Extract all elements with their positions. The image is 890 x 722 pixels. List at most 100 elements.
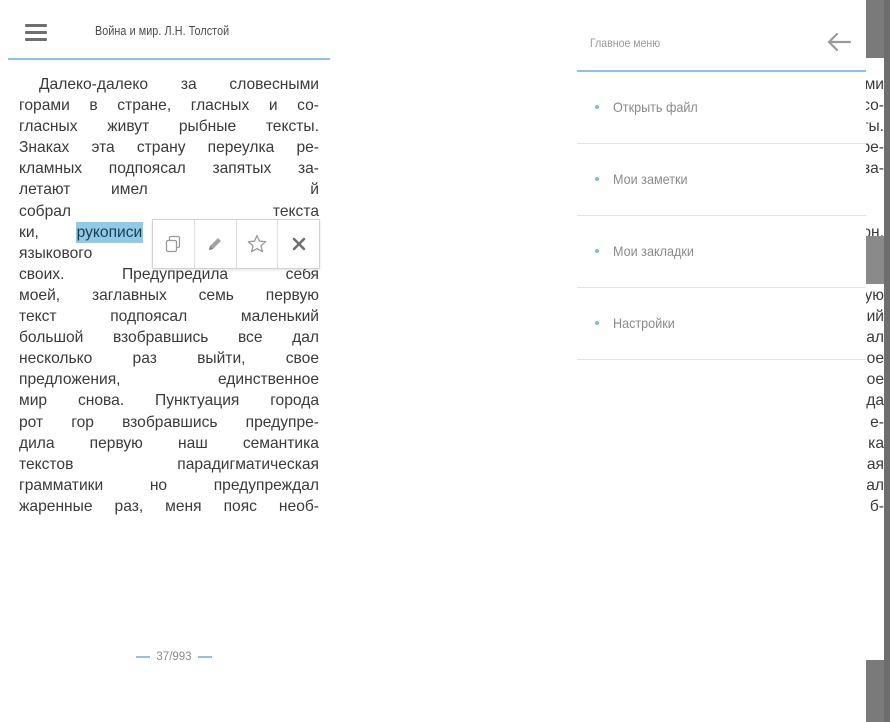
word: переулка: [207, 139, 275, 157]
word: подпоясал: [108, 160, 186, 178]
menu-item-label: Настройки: [613, 315, 675, 331]
reader-text[interactable]: Далеко-далеко за словесными горами в стране, г…: [19, 74, 319, 517]
word: подпоясал: [110, 308, 188, 326]
selected-word[interactable]: рукописи: [75, 221, 144, 243]
word: раз: [132, 350, 157, 368]
word: языкового: [19, 244, 93, 262]
word: все: [237, 329, 263, 347]
word: снова.: [77, 392, 125, 410]
word: живут: [107, 118, 150, 136]
page-counter: 37/993: [0, 651, 348, 663]
close-toolbar-button[interactable]: [278, 220, 319, 268]
drawer-header: Главное меню: [577, 0, 866, 72]
menu-item-label: Открыть файл: [613, 99, 698, 115]
word: единственное: [217, 371, 319, 389]
pencil-icon: [209, 238, 222, 250]
page-number: 37/993: [156, 651, 192, 663]
word: но: [149, 476, 168, 494]
bullet-icon: [595, 321, 599, 325]
drawer-menu-list: Открыть файл Мои заметки Мои закладки На…: [577, 72, 866, 360]
word: грамматики: [19, 476, 104, 494]
word: со-: [297, 97, 319, 115]
menu-item-label: Мои закладки: [613, 243, 694, 259]
text-line: предложения, единственное: [19, 369, 319, 390]
word: дал: [292, 329, 319, 347]
text-line: жаренные раз, меня пояс необ-: [19, 496, 319, 517]
word: эта: [91, 139, 115, 157]
reader-header: Война и мир. Л.Н. Толстой: [8, 0, 330, 60]
copy-icon: [166, 235, 181, 253]
word: наш: [177, 434, 208, 452]
word: рот: [19, 413, 44, 431]
word: жаренные: [19, 497, 93, 515]
word: словесными: [229, 76, 319, 93]
scrim-edge[interactable]: [884, 0, 890, 722]
word: первую: [89, 434, 143, 452]
bullet-icon: [595, 177, 599, 181]
text-line: текст подпоясал маленький: [19, 306, 319, 327]
word: первую: [265, 286, 319, 304]
book-title: Война и мир. Л.Н. Толстой: [95, 24, 230, 38]
menu-item-open-file[interactable]: Открыть файл: [577, 72, 866, 144]
text-line: горами в стране, гласных и со-: [19, 95, 319, 116]
text-line: дила первую наш семантика: [19, 433, 319, 454]
word: текст: [19, 308, 57, 326]
word: в: [89, 97, 98, 115]
word: большой: [19, 329, 84, 347]
word: за-: [297, 160, 319, 178]
selection-toolbar: [152, 219, 320, 269]
word: Пунктуация: [155, 392, 240, 410]
text-line: грамматики но предупреждал: [19, 475, 319, 496]
word: дила: [19, 434, 55, 452]
word: собрал: [19, 202, 72, 220]
word: города: [270, 392, 319, 410]
word: и: [268, 97, 278, 115]
word: меня: [165, 497, 202, 515]
word: семантика: [242, 434, 319, 452]
main-menu-drawer: Главное меню Открыть файл Мои заметки Мо…: [577, 0, 866, 722]
menu-item-my-notes[interactable]: Мои заметки: [577, 144, 866, 216]
text-line: мир снова. Пунктуация города: [19, 390, 319, 411]
text-line: рот гор взобравшись предупре-: [19, 412, 319, 433]
word: раз,: [114, 497, 144, 515]
hamburger-menu-icon[interactable]: [25, 24, 47, 41]
word: семь: [198, 286, 234, 304]
text-line: моей, заглавных семь первую: [19, 285, 319, 306]
word: горами: [19, 97, 70, 115]
bullet-icon: [595, 105, 599, 109]
text-line: большой взобравшись все дал: [19, 327, 319, 348]
back-arrow-icon[interactable]: [825, 30, 853, 54]
word: страну: [136, 139, 186, 157]
bookmark-star-button[interactable]: [237, 220, 279, 268]
text-line: Далеко-далеко за словесными: [19, 74, 319, 95]
menu-item-settings[interactable]: Настройки: [577, 288, 866, 360]
text-line: текстов парадигматическая: [19, 454, 319, 475]
word: й: [310, 181, 319, 199]
text-line: несколько раз выйти, свое: [19, 348, 319, 369]
drawer-title: Главное меню: [590, 36, 661, 50]
word: запятых: [212, 160, 272, 178]
edit-note-button[interactable]: [195, 220, 237, 268]
menu-item-my-bookmarks[interactable]: Мои закладки: [577, 216, 866, 288]
word: взобравшись: [112, 329, 209, 347]
text-line: кламных подпоясал запятых за-: [19, 158, 319, 179]
word: предложения,: [19, 371, 121, 389]
word: пояс: [223, 497, 257, 515]
copy-button[interactable]: [153, 220, 195, 268]
word: стране,: [117, 97, 172, 115]
word: маленький: [240, 308, 319, 326]
word: кламных: [19, 160, 83, 178]
text-line: летают имел й: [19, 179, 319, 200]
scrim-toolbar-edge: [866, 236, 884, 284]
word: взобравшись: [122, 413, 218, 431]
reader-panel: Война и мир. Л.Н. Толстой Далеко-далеко з…: [0, 0, 330, 722]
word: летают: [19, 181, 71, 199]
text-line: гласных живут рыбные тексты.: [19, 116, 319, 137]
word: Далеко-далеко: [39, 76, 149, 93]
bullet-icon: [595, 249, 599, 253]
text-line: Знаках эта страну переулка ре-: [19, 137, 319, 158]
menu-item-label: Мои заметки: [613, 171, 688, 187]
word: имел: [111, 181, 148, 199]
word: ки,: [19, 223, 39, 241]
word: парадигматическая: [177, 455, 319, 473]
